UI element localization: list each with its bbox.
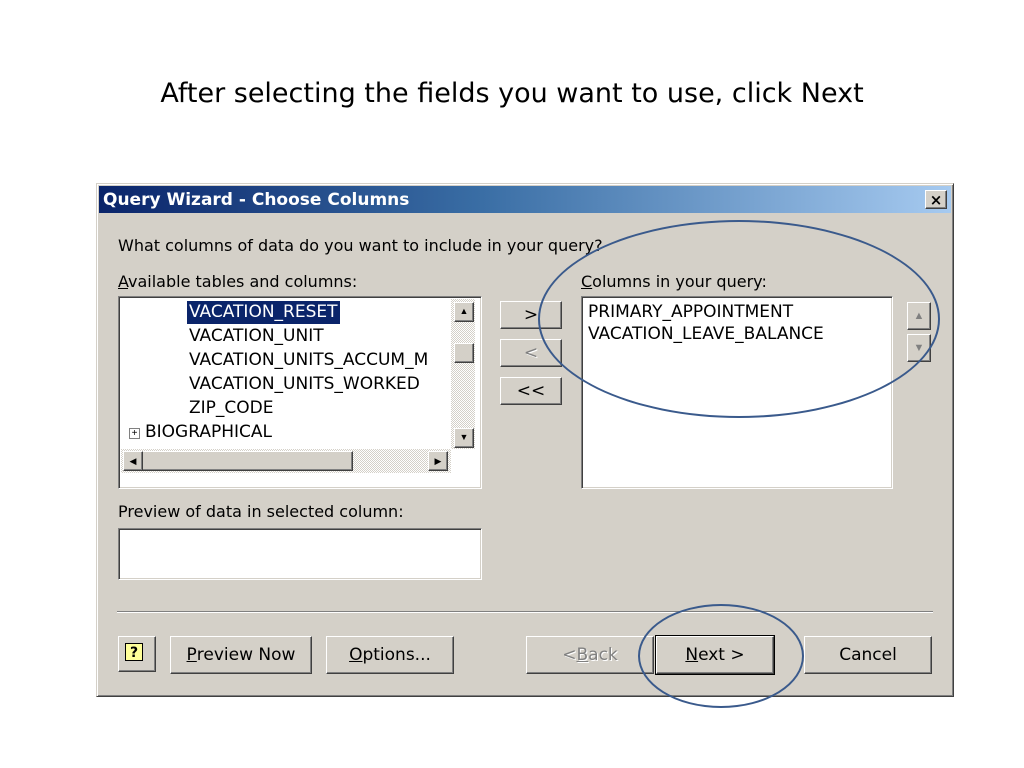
back-button[interactable]: < Back xyxy=(526,636,654,674)
separator xyxy=(117,611,933,613)
close-icon: × xyxy=(929,190,943,209)
preview-field xyxy=(118,528,482,580)
help-button[interactable]: ? xyxy=(118,636,156,672)
list-item[interactable]: VACATION_LEAVE_BALANCE xyxy=(588,323,824,346)
dialog-titlebar: Query Wizard - Choose Columns × xyxy=(99,186,951,213)
query-columns-label: Columns in your query: xyxy=(581,272,767,291)
preview-now-button[interactable]: Preview Now xyxy=(170,636,312,674)
scroll-left-button[interactable]: ◀ xyxy=(123,451,143,471)
query-columns-list[interactable]: PRIMARY_APPOINTMENT VACATION_LEAVE_BALAN… xyxy=(581,296,893,489)
add-column-button[interactable]: > xyxy=(500,301,562,329)
dialog-title: Query Wizard - Choose Columns xyxy=(103,190,410,210)
list-item[interactable]: ZIP_CODE xyxy=(189,397,274,420)
scroll-up-button[interactable]: ▲ xyxy=(454,302,474,322)
list-item[interactable]: VACATION_UNIT xyxy=(189,325,324,348)
slide-title: After selecting the fields you want to u… xyxy=(160,78,864,109)
help-icon: ? xyxy=(125,643,143,661)
list-item-group[interactable]: BIOGRAPHICAL xyxy=(145,421,272,437)
horizontal-scroll-thumb[interactable] xyxy=(123,451,353,471)
move-down-button[interactable]: ▼ xyxy=(907,334,931,362)
list-item[interactable]: VACATION_RESET xyxy=(187,301,340,324)
list-item[interactable]: VACATION_UNITS_ACCUM_M xyxy=(189,349,428,372)
list-item[interactable]: VACATION_UNITS_WORKED xyxy=(189,373,420,396)
options-button[interactable]: Options... xyxy=(326,636,454,674)
remove-column-button[interactable]: < xyxy=(500,339,562,367)
remove-all-columns-button[interactable]: << xyxy=(500,377,562,405)
scroll-thumb[interactable] xyxy=(454,343,474,363)
available-label: Available tables and columns: xyxy=(118,272,358,291)
list-item[interactable]: PRIMARY_APPOINTMENT xyxy=(588,301,793,324)
cancel-button[interactable]: Cancel xyxy=(804,636,932,674)
move-up-button[interactable]: ▲ xyxy=(907,302,931,330)
expand-icon[interactable]: + xyxy=(129,428,140,439)
close-button[interactable]: × xyxy=(925,190,947,209)
next-button[interactable]: Next > xyxy=(655,635,775,675)
scroll-right-button[interactable]: ▶ xyxy=(428,451,448,471)
preview-label: Preview of data in selected column: xyxy=(118,502,404,521)
available-columns-list[interactable]: VACATION_RESET VACATION_UNIT VACATION_UN… xyxy=(118,296,482,489)
query-wizard-dialog: Query Wizard - Choose Columns × What col… xyxy=(96,183,954,697)
prompt-text: What columns of data do you want to incl… xyxy=(118,236,603,255)
scroll-down-button[interactable]: ▼ xyxy=(454,428,474,448)
